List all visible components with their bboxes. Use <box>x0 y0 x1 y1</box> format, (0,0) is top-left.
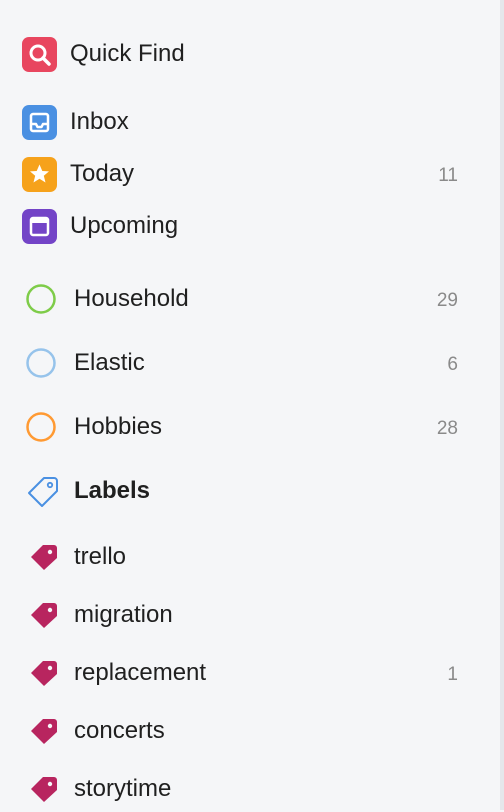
inbox-item[interactable]: Inbox <box>0 100 500 146</box>
project-count: 6 <box>447 354 458 375</box>
label-item-concerts[interactable]: concerts <box>0 708 500 754</box>
sidebar-divider <box>500 0 504 810</box>
upcoming-item[interactable]: Upcoming <box>0 204 500 250</box>
label-item-replacement[interactable]: replacement 1 <box>0 650 500 696</box>
tag-icon <box>31 545 57 570</box>
search-icon <box>22 37 57 72</box>
label-item-migration[interactable]: migration <box>0 592 500 638</box>
tag-icon <box>31 719 57 744</box>
project-label: Household <box>74 285 189 312</box>
star-icon <box>22 157 57 192</box>
circle-icon <box>26 412 56 442</box>
labels-header[interactable]: Labels <box>0 468 500 514</box>
circle-icon <box>26 348 56 378</box>
today-item[interactable]: Today 11 <box>0 152 500 198</box>
project-count: 28 <box>436 418 458 439</box>
quick-find-label: Quick Find <box>70 40 185 67</box>
labels-header-label: Labels <box>74 477 151 504</box>
calendar-icon <box>22 209 57 244</box>
today-count: 11 <box>438 165 458 186</box>
quick-find-item[interactable]: Quick Find <box>0 32 500 78</box>
label-name: concerts <box>74 717 165 744</box>
label-name: storytime <box>74 775 172 802</box>
label-item-storytime[interactable]: storytime <box>0 766 500 812</box>
upcoming-label: Upcoming <box>70 212 179 239</box>
label-name: replacement <box>74 659 207 686</box>
label-count: 1 <box>447 664 458 685</box>
sidebar: Quick Find Inbox Today 11 Upcoming House… <box>0 0 500 810</box>
tag-icon <box>31 777 57 802</box>
project-item-elastic[interactable]: Elastic 6 <box>0 340 500 386</box>
today-label: Today <box>70 160 135 187</box>
project-item-hobbies[interactable]: Hobbies 28 <box>0 404 500 450</box>
circle-icon <box>26 284 56 314</box>
project-count: 29 <box>436 290 458 311</box>
label-outline-icon <box>28 477 58 507</box>
label-name: trello <box>74 543 127 570</box>
project-item-household[interactable]: Household 29 <box>0 276 500 322</box>
inbox-label: Inbox <box>70 108 129 135</box>
project-label: Elastic <box>74 349 145 376</box>
project-label: Hobbies <box>74 413 163 440</box>
inbox-icon <box>22 105 57 140</box>
tag-icon <box>31 661 57 686</box>
label-item-trello[interactable]: trello <box>0 534 500 580</box>
label-name: migration <box>74 601 173 628</box>
tag-icon <box>31 603 57 628</box>
